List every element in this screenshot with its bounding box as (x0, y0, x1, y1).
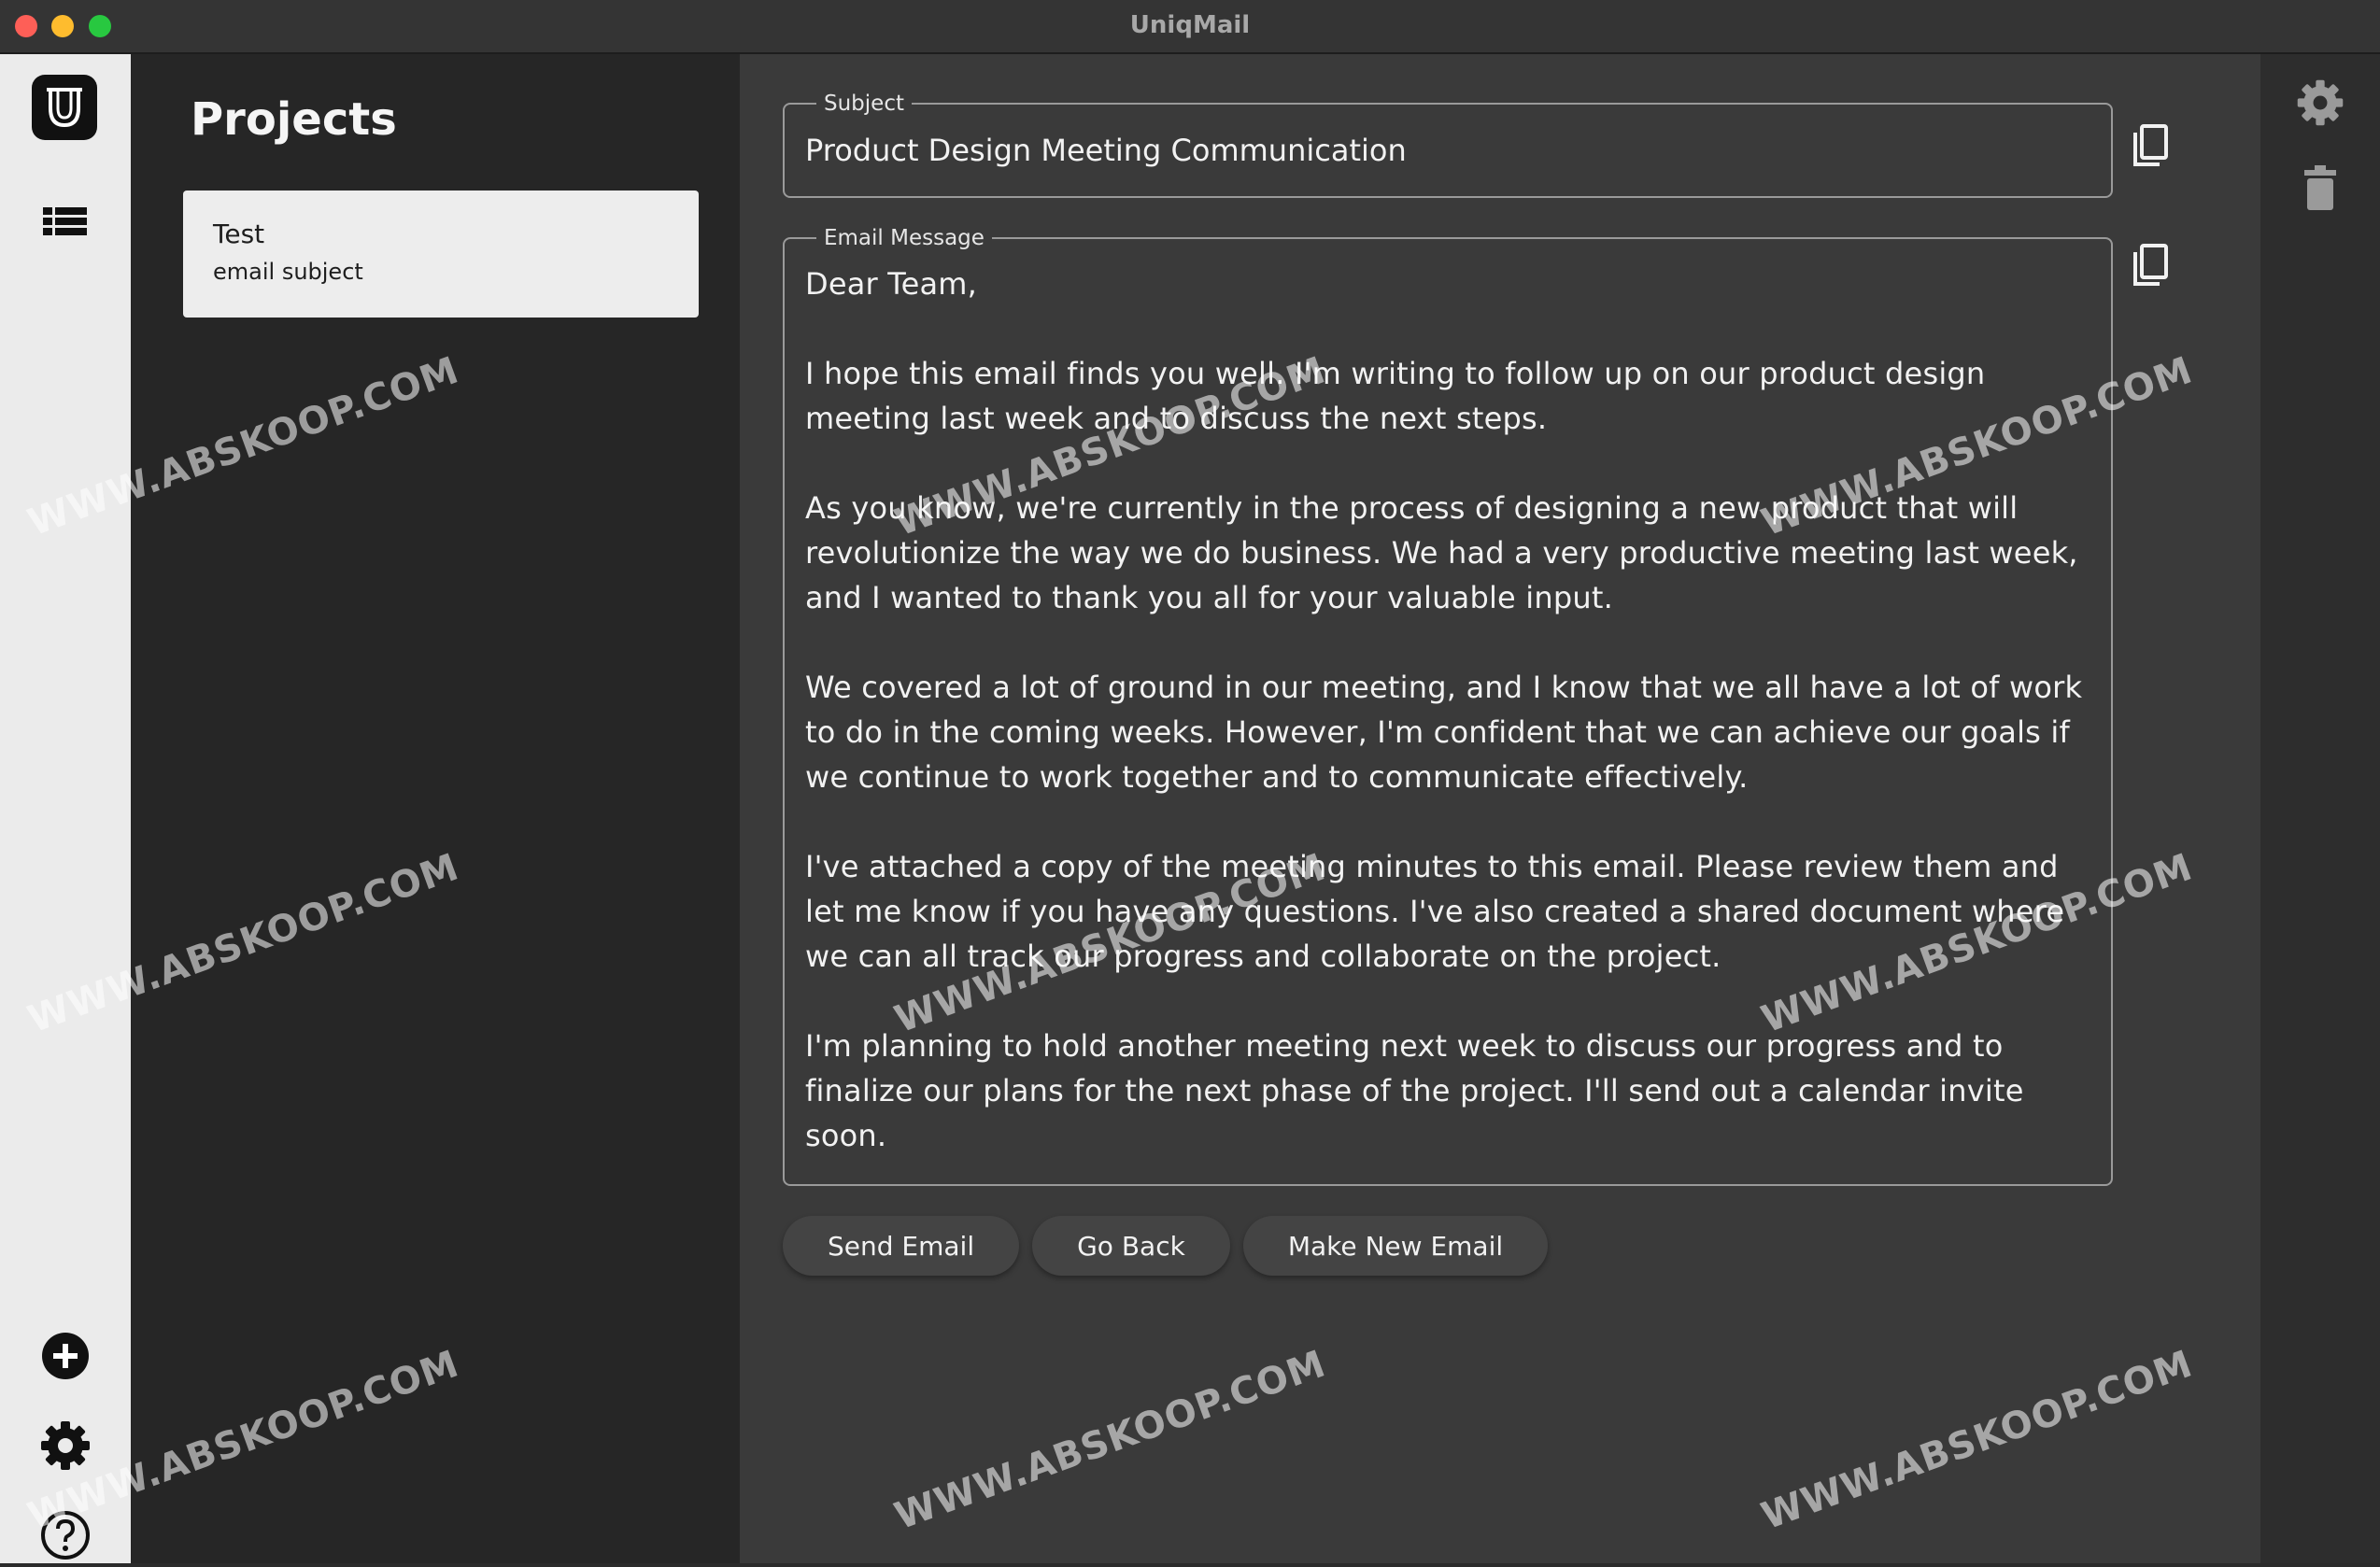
trash-icon (2304, 165, 2336, 210)
project-name: Test (213, 219, 265, 249)
question-circle-icon (41, 1511, 90, 1560)
copy-message-button[interactable] (2130, 241, 2171, 288)
message-paragraph: As you know, we're currently in the proc… (805, 490, 2078, 615)
copy-subject-button[interactable] (2130, 121, 2171, 168)
copy-icon (2133, 244, 2168, 286)
message-paragraph: I hope this email finds you well. I'm wr… (805, 356, 1986, 436)
message-body[interactable]: Dear Team, I hope this email finds you w… (805, 261, 2090, 1158)
right-toolbar (2260, 54, 2380, 1563)
email-settings-button[interactable] (2294, 77, 2346, 129)
message-field[interactable]: Email Message Dear Team, I hope this ema… (783, 226, 2113, 1186)
project-item[interactable]: Test email subject (183, 191, 699, 318)
subject-value[interactable]: Product Design Meeting Communication (805, 116, 2090, 168)
projects-panel: Projects Test email subject (131, 54, 740, 1563)
message-paragraph: I'm planning to hold another meeting nex… (805, 1028, 2024, 1153)
gear-icon (41, 1421, 90, 1470)
add-project-button[interactable] (37, 1328, 93, 1384)
action-bar: Send Email Go Back Make New Email (783, 1216, 1549, 1276)
gear-icon (2297, 79, 2344, 126)
copy-icon (2133, 124, 2168, 166)
app-logo (32, 75, 97, 140)
subject-label: Subject (824, 92, 904, 116)
list-view-button[interactable] (37, 192, 93, 248)
title-bar: UniqMail (0, 0, 2380, 54)
plus-circle-icon (42, 1333, 89, 1379)
send-email-button[interactable]: Send Email (783, 1216, 1020, 1276)
help-button[interactable] (37, 1507, 93, 1563)
email-editor: Subject Product Design Meeting Communica… (740, 54, 2260, 1563)
left-rail (0, 54, 131, 1563)
list-icon (43, 207, 87, 235)
app-settings-button[interactable] (37, 1418, 93, 1474)
message-paragraph: We covered a lot of ground in our meetin… (805, 670, 2083, 795)
window-title: UniqMail (1129, 11, 1251, 39)
message-paragraph: I've attached a copy of the meeting minu… (805, 849, 2065, 974)
delete-email-button[interactable] (2294, 162, 2346, 215)
project-subtitle: email subject (213, 259, 363, 285)
subject-field[interactable]: Subject Product Design Meeting Communica… (783, 92, 2113, 198)
projects-heading: Projects (191, 93, 397, 146)
go-back-button[interactable]: Go Back (1032, 1216, 1230, 1276)
message-paragraph: Dear Team, (805, 266, 978, 302)
message-label: Email Message (824, 226, 985, 250)
make-new-email-button[interactable]: Make New Email (1242, 1216, 1549, 1276)
